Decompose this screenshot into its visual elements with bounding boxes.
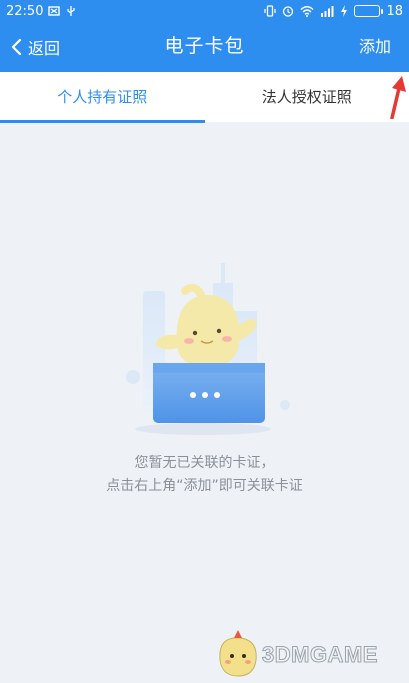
watermark-logo: 3DMGAME (210, 630, 409, 683)
watermark-mascot-icon (219, 630, 257, 677)
tab-corporate-licenses[interactable]: 法人授权证照 (205, 72, 409, 122)
tab-bar: 个人持有证照 法人授权证照 (0, 72, 409, 122)
empty-state-illustration (126, 263, 290, 435)
alarm-icon (283, 6, 294, 17)
charging-icon (341, 5, 348, 17)
tab-personal-licenses[interactable]: 个人持有证照 (0, 72, 205, 122)
annotation-arrow-icon (390, 76, 406, 119)
nav-bar: 返回 电子卡包 添加 (0, 22, 409, 72)
notification-icon (48, 6, 61, 16)
battery-level: 18 (386, 3, 403, 19)
battery-icon (354, 5, 384, 17)
status-bar: 22:50 18 (0, 0, 409, 22)
add-button[interactable]: 添加 (359, 22, 391, 72)
signal-icon (321, 6, 334, 17)
vibrate-icon (264, 5, 277, 17)
wifi-icon (300, 6, 314, 17)
active-tab-indicator (0, 120, 205, 123)
empty-state-line-2: 点击右上角“添加”即可关联卡证 (106, 478, 303, 494)
status-time: 22:50 (6, 3, 44, 19)
usb-icon (67, 6, 76, 16)
empty-state-line-1: 您暂无已关联的卡证， (134, 455, 275, 471)
watermark-text: 3DMGAME (262, 642, 378, 668)
page-title: 电子卡包 (164, 35, 245, 57)
